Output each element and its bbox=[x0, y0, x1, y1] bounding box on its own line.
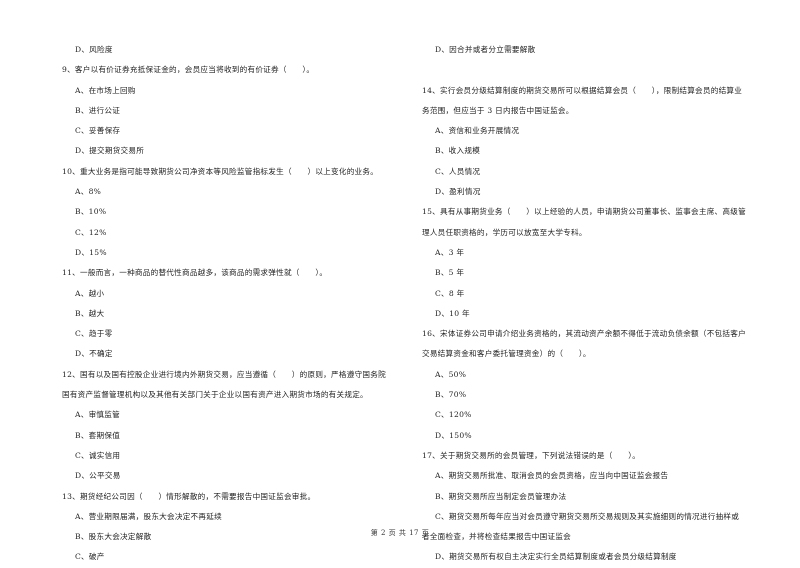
question-stem: 17、关于期货交易所的会员管理，下列说法错误的是（ ）。 bbox=[422, 450, 641, 460]
option-d: D、150% bbox=[435, 430, 472, 440]
option-a: A、审慎监管 bbox=[75, 410, 120, 420]
option-d: D、公平交易 bbox=[75, 471, 121, 481]
question-10: 10、重大业务是指可能导致期货公司净资本等风险监管指标发生（ ）以上变化的业务。… bbox=[62, 162, 397, 263]
question-14: 14、实行会员分级结算制度的期货交易所可以根据结算会员（ ），限制结算会员的结算… bbox=[422, 81, 757, 203]
option-b: B、进行公证 bbox=[75, 105, 121, 115]
question-12: 12、国有以及国有控股企业进行境内外期货交易，应当遵循（ ）的原则，严格遵守国务… bbox=[62, 365, 397, 487]
question-stem-line-1: 15、具有从事期货业务（ ）以上经验的人员，申请期货公司董事长、监事会主席、高级… bbox=[422, 207, 746, 217]
question-stem: 13、期货经纪公司因（ ）情形解散的，不需要报告中国证监会审批。 bbox=[62, 491, 316, 501]
option-c: C、8 年 bbox=[435, 288, 465, 298]
option-c: C、趋于零 bbox=[75, 329, 113, 339]
option-c-line-1: C、期货交易所每年应当对会员遵守期货交易所交易规则及其实施细则的情况进行抽样或 bbox=[435, 511, 740, 521]
option-a: A、3 年 bbox=[435, 247, 465, 257]
question-17: 17、关于期货交易所的会员管理，下列说法错误的是（ ）。 A、期货交易所批准、取… bbox=[422, 446, 757, 568]
page-number: 第 2 页 共 17 页 bbox=[370, 529, 430, 537]
option-b: B、收入规模 bbox=[435, 146, 481, 156]
question-9: 9、客户以有价证券充抵保证金的，会员应当将收到的有价证券（ ）。 A、在市场上回… bbox=[62, 60, 397, 161]
option-a: A、资信和业务开展情况 bbox=[435, 126, 520, 136]
question-stem-line-2: 务范围，但应当于 3 日内报告中国证监会。 bbox=[422, 105, 574, 115]
option-a: A、8% bbox=[75, 187, 102, 197]
option-c: C、12% bbox=[75, 227, 107, 237]
option-b: B、期货交易所应当制定会员管理办法 bbox=[435, 491, 567, 501]
question-stem-line-2: 国有资产监督管理机构以及其他有关部门关于企业以国有资产进入期货市场的有关规定。 bbox=[62, 390, 368, 400]
question-stem: 9、客户以有价证券充抵保证金的，会员应当将收到的有价证券（ ）。 bbox=[62, 65, 315, 75]
option-d: D、15% bbox=[75, 247, 107, 257]
option-b: B、越大 bbox=[75, 308, 105, 318]
option-d: D、提交期货交易所 bbox=[75, 146, 145, 156]
option-c: C、人员情况 bbox=[435, 166, 481, 176]
question-stem-line-2: 交易结算资金和客户委托管理资金）的（ ）。 bbox=[422, 349, 591, 359]
option-c: C、诚实信用 bbox=[75, 450, 121, 460]
option-b: B、5 年 bbox=[435, 268, 465, 278]
question-stem: 11、一般而言，一种商品的替代性商品越多，该商品的需求弹性就（ ）。 bbox=[62, 268, 328, 278]
question-15: 15、具有从事期货业务（ ）以上经验的人员，申请期货公司董事长、监事会主席、高级… bbox=[422, 202, 757, 324]
option-b: B、套期保值 bbox=[75, 430, 121, 440]
option-c: C、120% bbox=[435, 410, 472, 420]
question-stem: 10、重大业务是指可能导致期货公司净资本等风险监管指标发生（ ）以上变化的业务。 bbox=[62, 166, 379, 176]
q8-option-d: D、风险度 bbox=[75, 45, 113, 54]
question-stem-line-1: 16、宋体证券公司申请介绍业务资格的，其流动资产余额不得低于流动负债余额（不包括… bbox=[422, 329, 746, 339]
option-b: B、70% bbox=[435, 390, 467, 400]
question-stem-line-1: 14、实行会员分级结算制度的期货交易所可以根据结算会员（ ），限制结算会员的结算… bbox=[422, 85, 743, 95]
q13-option-d: D、因合并或者分立需要解散 bbox=[435, 45, 536, 54]
question-stem-line-1: 12、国有以及国有控股企业进行境内外期货交易，应当遵循（ ）的原则，严格遵守国务… bbox=[62, 369, 386, 379]
option-d: D、不确定 bbox=[75, 349, 113, 359]
option-b: B、10% bbox=[75, 207, 107, 217]
option-a: A、50% bbox=[435, 369, 467, 379]
option-c: C、妥善保存 bbox=[75, 126, 121, 136]
question-11: 11、一般而言，一种商品的替代性商品越多，该商品的需求弹性就（ ）。 A、越小 … bbox=[62, 263, 397, 364]
option-a: A、越小 bbox=[75, 288, 105, 298]
left-column: D、风险度 9、客户以有价证券充抵保证金的，会员应当将收到的有价证券（ ）。 A… bbox=[62, 40, 397, 568]
option-a: A、期货交易所批准、取消会员的会员资格，应当向中国证监会报告 bbox=[435, 471, 669, 481]
right-column: D、因合并或者分立需要解散 14、实行会员分级结算制度的期货交易所可以根据结算会… bbox=[422, 40, 757, 568]
option-a: A、营业期限届满，股东大会决定不再延续 bbox=[75, 511, 222, 521]
option-a: A、在市场上回购 bbox=[75, 85, 136, 95]
question-stem-line-2: 理人员任职资格的，学历可以放宽至大学专科。 bbox=[422, 227, 587, 237]
question-16: 16、宋体证券公司申请介绍业务资格的，其流动资产余额不得低于流动负债余额（不包括… bbox=[422, 324, 757, 446]
option-d: D、盈利情况 bbox=[435, 187, 481, 197]
exam-page: D、风险度 9、客户以有价证券充抵保证金的，会员应当将收到的有价证券（ ）。 A… bbox=[0, 0, 800, 565]
option-d: D、10 年 bbox=[435, 308, 470, 318]
